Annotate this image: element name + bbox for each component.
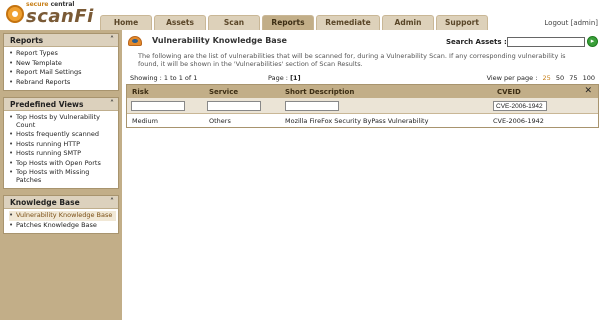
sidebar-item-vulnerability-kb[interactable]: Vulnerability Knowledge Base <box>9 211 116 221</box>
page-description: The following are the list of vulnerabil… <box>138 52 566 68</box>
view-per-page-100[interactable]: 100 <box>583 74 595 82</box>
tab-scan[interactable]: Scan <box>208 15 260 30</box>
logout-area: Logout [admin] <box>544 19 598 27</box>
predefined-views-panel: Predefined Views ˄ Top Hosts by Vulnerab… <box>3 97 119 189</box>
knowledge-base-panel-title: Knowledge Base <box>10 198 80 207</box>
tab-admin[interactable]: Admin <box>382 15 434 30</box>
sidebar-item-hosts-http[interactable]: Hosts running HTTP <box>9 140 116 150</box>
sidebar-item-new-template[interactable]: New Template <box>9 59 116 69</box>
collapse-icon[interactable]: ˄ <box>110 99 114 108</box>
service-filter-input[interactable] <box>207 101 261 111</box>
page-title: Vulnerability Knowledge Base <box>152 36 287 45</box>
vulnerability-kb-icon <box>128 36 142 46</box>
sidebar-item-patches-kb[interactable]: Patches Knowledge Base <box>9 221 116 231</box>
main-nav: Home Assets Scan Reports Remediate Admin… <box>100 15 490 30</box>
view-per-page-50[interactable]: 50 <box>556 74 564 82</box>
sidebar-item-rebrand-reports[interactable]: Rebrand Reports <box>9 78 116 88</box>
collapse-icon[interactable]: ˄ <box>110 35 114 44</box>
tab-assets[interactable]: Assets <box>154 15 206 30</box>
predefined-views-panel-title: Predefined Views <box>10 100 84 109</box>
sidebar-item-report-mail-settings[interactable]: Report Mail Settings <box>9 68 116 78</box>
sidebar-item-hosts-smtp[interactable]: Hosts running SMTP <box>9 149 116 159</box>
reports-panel-header[interactable]: Reports ˄ <box>4 34 118 47</box>
tab-reports[interactable]: Reports <box>262 15 314 30</box>
tab-remediate[interactable]: Remediate <box>316 15 380 30</box>
page-number[interactable]: [1] <box>290 74 300 82</box>
table-row[interactable]: Medium Others Mozilla FireFox Security B… <box>127 114 598 127</box>
app-header: secure central scanFi Home Assets Scan R… <box>0 0 600 30</box>
main-content: Vulnerability Knowledge Base Search Asse… <box>122 30 600 320</box>
description-filter-input[interactable] <box>285 101 339 111</box>
cell-short-description[interactable]: Mozilla FireFox Security ByPass Vulnerab… <box>285 117 428 125</box>
search-go-icon[interactable]: ▸ <box>587 36 598 47</box>
view-per-page-label: View per page : <box>486 74 538 82</box>
showing-count: Showing : 1 to 1 of 1 <box>130 74 198 82</box>
cveid-filter-input[interactable] <box>493 101 547 111</box>
cell-service: Others <box>209 117 231 125</box>
view-per-page: View per page : 25 50 75 100 <box>487 74 595 82</box>
current-user[interactable]: [admin] <box>571 19 598 27</box>
tab-support[interactable]: Support <box>436 15 488 30</box>
page-header: Vulnerability Knowledge Base Search Asse… <box>122 30 600 50</box>
column-header-cveid[interactable]: CVEID <box>497 88 521 96</box>
filter-row <box>127 98 598 114</box>
predefined-views-panel-header[interactable]: Predefined Views ˄ <box>4 98 118 111</box>
sidebar-item-top-hosts-missing-patches[interactable]: Top Hosts with Missing Patches <box>9 168 116 185</box>
close-filter-icon[interactable]: ✕ <box>584 86 592 96</box>
tab-home[interactable]: Home <box>100 15 152 30</box>
column-header-risk[interactable]: Risk <box>132 88 149 96</box>
pagination-bar: Showing : 1 to 1 of 1 Page : [1] View pe… <box>126 73 599 83</box>
view-per-page-75[interactable]: 75 <box>569 74 577 82</box>
column-header-short-description[interactable]: Short Description <box>285 88 354 96</box>
collapse-icon[interactable]: ˄ <box>110 197 114 206</box>
risk-filter-input[interactable] <box>131 101 185 111</box>
knowledge-base-panel-header[interactable]: Knowledge Base ˄ <box>4 196 118 209</box>
logo-mark-icon <box>6 5 24 23</box>
table-header: Risk Service Short Description CVEID ✕ <box>127 85 598 98</box>
sidebar: Reports ˄ Report Types New Template Repo… <box>0 30 122 320</box>
logo-wordmark: scanFi <box>26 6 94 27</box>
sidebar-item-top-hosts-open-ports[interactable]: Top Hosts with Open Ports <box>9 159 116 169</box>
column-header-service[interactable]: Service <box>209 88 238 96</box>
vulnerability-table: Risk Service Short Description CVEID ✕ M… <box>126 84 599 128</box>
page-indicator: Page : [1] <box>268 74 301 82</box>
logout-link[interactable]: Logout <box>544 19 568 27</box>
sidebar-item-hosts-frequently-scanned[interactable]: Hosts frequently scanned <box>9 130 116 140</box>
sidebar-item-top-hosts-vuln[interactable]: Top Hosts by Vulnerability Count <box>9 113 116 130</box>
cell-cveid: CVE-2006-1942 <box>493 117 544 125</box>
search-assets-input[interactable] <box>507 37 585 47</box>
page-label: Page : <box>268 74 288 82</box>
search-assets-label: Search Assets : <box>446 38 507 46</box>
reports-panel: Reports ˄ Report Types New Template Repo… <box>3 33 119 91</box>
view-per-page-25[interactable]: 25 <box>543 74 551 82</box>
sidebar-item-report-types[interactable]: Report Types <box>9 49 116 59</box>
cell-risk: Medium <box>132 117 158 125</box>
reports-panel-title: Reports <box>10 36 44 45</box>
knowledge-base-panel: Knowledge Base ˄ Vulnerability Knowledge… <box>3 195 119 234</box>
